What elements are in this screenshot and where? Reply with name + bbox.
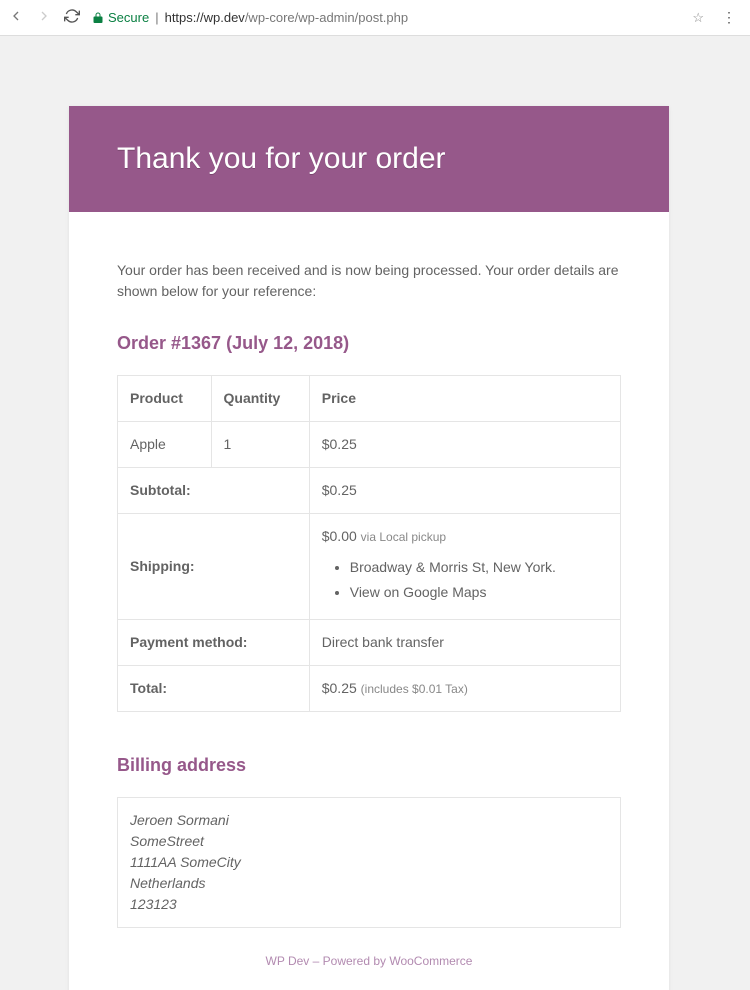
secure-indicator: Secure [92,10,149,25]
billing-street: SomeStreet [130,831,608,852]
intro-text: Your order has been received and is now … [117,260,621,302]
shipping-value-cell: $0.00 via Local pickup Broadway & Morris… [309,514,620,620]
payment-row: Payment method: Direct bank transfer [118,620,621,666]
item-product: Apple [118,422,212,468]
item-quantity: 1 [211,422,309,468]
billing-extra: 123123 [130,894,608,915]
pickup-address: Broadway & Morris St, New York. [350,557,608,578]
total-row: Total: $0.25 (includes $0.01 Tax) [118,666,621,712]
lock-icon [92,12,104,24]
total-value: $0.25 [322,680,357,696]
url-path: /wp-core/wp-admin/post.php [245,10,408,25]
back-icon[interactable] [8,8,24,27]
subtotal-row: Subtotal: $0.25 [118,468,621,514]
shipping-method-prefix: via [361,530,380,544]
billing-name: Jeroen Sormani [130,810,608,831]
col-price: Price [309,376,620,422]
payment-value: Direct bank transfer [309,620,620,666]
table-row: Apple 1 $0.25 [118,422,621,468]
email-title: Thank you for your order [117,142,621,176]
star-icon[interactable]: ☆ [692,10,704,26]
email-footer: WP Dev – Powered by WooCommerce [117,928,621,980]
subtotal-value: $0.25 [309,468,620,514]
email-header: Thank you for your order [69,106,669,212]
item-price: $0.25 [309,422,620,468]
address-bar[interactable]: Secure | https://wp.dev/wp-core/wp-admin… [92,10,704,26]
total-value-cell: $0.25 (includes $0.01 Tax) [309,666,620,712]
billing-address-box: Jeroen Sormani SomeStreet 1111AA SomeCit… [117,797,621,928]
order-email-card: Thank you for your order Your order has … [69,106,669,990]
map-link[interactable]: View on Google Maps [350,582,608,603]
shipping-row: Shipping: $0.00 via Local pickup Broadwa… [118,514,621,620]
forward-icon[interactable] [36,8,52,27]
col-quantity: Quantity [211,376,309,422]
page-viewport: Thank you for your order Your order has … [0,36,750,990]
billing-heading: Billing address [117,752,621,779]
secure-label: Secure [108,10,149,25]
payment-label: Payment method: [118,620,310,666]
shipping-method: Local pickup [379,530,446,544]
browser-toolbar: Secure | https://wp.dev/wp-core/wp-admin… [0,0,750,36]
table-header-row: Product Quantity Price [118,376,621,422]
billing-country: Netherlands [130,873,608,894]
order-heading: Order #1367 (July 12, 2018) [117,330,621,357]
shipping-price: $0.00 [322,528,357,544]
shipping-label: Shipping: [118,514,310,620]
subtotal-label: Subtotal: [118,468,310,514]
url-host: ://wp.dev [193,10,245,25]
billing-city: 1111AA SomeCity [130,852,608,873]
menu-icon[interactable]: ⋮ [716,9,742,26]
order-table: Product Quantity Price Apple 1 $0.25 Sub… [117,375,621,712]
reload-icon[interactable] [64,8,80,27]
url-scheme: https [165,10,193,25]
total-label: Total: [118,666,310,712]
total-tax-note: (includes $0.01 Tax) [361,682,468,696]
col-product: Product [118,376,212,422]
